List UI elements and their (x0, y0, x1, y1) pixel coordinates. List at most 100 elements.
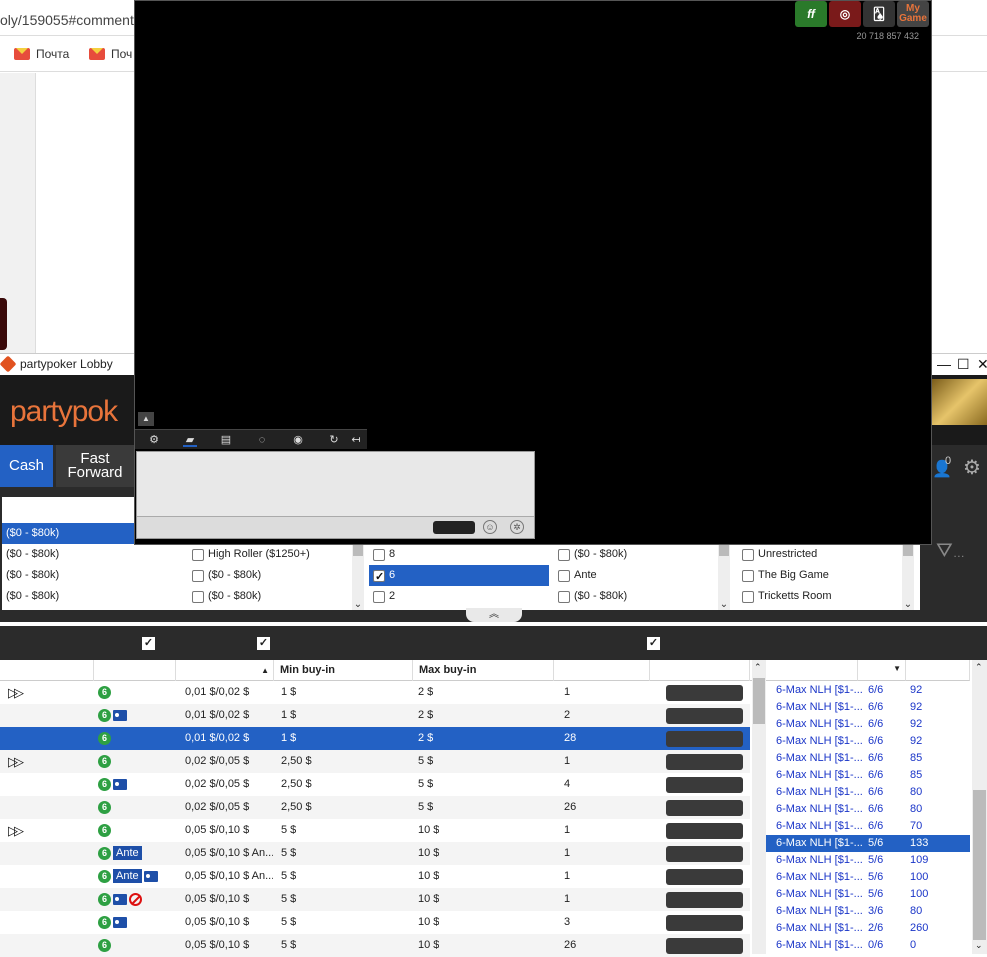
checkbox[interactable] (558, 569, 570, 582)
filter-funnel-icon[interactable]: ⛛… (936, 540, 965, 563)
filter-option[interactable]: ($0 - $80k) (2, 523, 134, 544)
tab-fast-forward[interactable]: Fast Forward (56, 445, 134, 487)
column-header[interactable] (0, 660, 94, 681)
list-item[interactable]: 6-Max NLH [$1-... 5/6 133 (766, 835, 970, 852)
waitlist-bar[interactable] (666, 915, 743, 931)
waitlist-bar[interactable] (666, 846, 743, 862)
checkbox[interactable] (742, 548, 754, 561)
column-checkbox-checked[interactable]: ✓ (142, 637, 155, 650)
column-header[interactable] (906, 660, 970, 681)
table-row[interactable]: 6 0,01 $/0,02 $ 1 $ 2 $ 2 (0, 704, 750, 727)
blackjack-cards-icon[interactable]: 🂡 (863, 1, 895, 27)
column-header-players[interactable] (554, 660, 650, 681)
exit-icon[interactable]: ↤ (349, 433, 363, 447)
checkbox[interactable] (742, 590, 754, 603)
table-row[interactable]: 6 0,05 $/0,10 $ 5 $ 10 $ 3 (0, 911, 750, 934)
checkbox[interactable] (558, 548, 570, 561)
table-row[interactable]: 6 0,05 $/0,10 $ 5 $ 10 $ 1 (0, 888, 750, 911)
checkbox-checked[interactable] (373, 567, 385, 586)
filter-option[interactable]: ($0 - $80k) (554, 544, 714, 565)
checkbox[interactable] (192, 548, 204, 561)
column-header-min-buyin[interactable]: Min buy-in (274, 660, 413, 681)
settings-gear-icon[interactable]: ⚙ (963, 455, 981, 480)
waitlist-bar[interactable] (666, 892, 743, 908)
filter-scrollbar[interactable]: ⌄ (352, 542, 364, 610)
column-header[interactable] (766, 660, 858, 681)
chevron-down-icon[interactable]: ⌄ (975, 940, 983, 951)
tab-cash[interactable]: Cash (0, 445, 53, 487)
waitlist-bar[interactable] (666, 777, 743, 793)
minimize-button[interactable]: — (937, 356, 951, 372)
chat-icon[interactable]: ▰ (183, 433, 197, 447)
close-button[interactable]: ✕ (977, 356, 987, 373)
table-scrollbar[interactable]: ⌃ (752, 660, 766, 954)
stats-icon[interactable]: ◉ (291, 433, 305, 447)
filter-option[interactable]: 6 (369, 565, 549, 586)
waitlist-bar[interactable] (666, 708, 743, 724)
list-item[interactable]: 6-Max NLH [$1-... 6/6 80 (766, 801, 970, 818)
chevron-down-icon[interactable]: ⌄ (902, 599, 914, 610)
list-item[interactable]: 6-Max NLH [$1-... 2/6 260 (766, 920, 970, 937)
replay-icon[interactable]: ◌ (255, 433, 269, 447)
settings-gear-icon[interactable]: ⚙ (147, 433, 161, 447)
list-item[interactable]: 6-Max NLH [$1-... 5/6 109 (766, 852, 970, 869)
chevron-down-icon[interactable]: ⌄ (718, 599, 730, 610)
bookmark-mail-1[interactable]: Почта (14, 47, 69, 61)
table-row[interactable]: 6 Ante 0,05 $/0,10 $ An... 5 $ 10 $ 1 (0, 865, 750, 888)
list-item[interactable]: 6-Max NLH [$1-... 6/6 92 (766, 716, 970, 733)
scroll-thumb[interactable] (753, 678, 765, 724)
waitlist-bar[interactable] (666, 869, 743, 885)
scroll-thumb[interactable] (973, 790, 986, 940)
waitlist-bar[interactable] (666, 800, 743, 816)
list-item[interactable]: 6-Max NLH [$1-... 6/6 80 (766, 784, 970, 801)
expand-up-icon[interactable]: ▲ (138, 412, 154, 426)
emoji-icon[interactable]: ☺ (483, 520, 497, 534)
table-row[interactable]: ▷▷ 6 0,01 $/0,02 $ 1 $ 2 $ 1 (0, 681, 750, 704)
list-item[interactable]: 6-Max NLH [$1-... 6/6 92 (766, 682, 970, 699)
list-item[interactable]: 6-Max NLH [$1-... 5/6 100 (766, 869, 970, 886)
column-header-max-buyin[interactable]: Max buy-in (413, 660, 554, 681)
column-header[interactable]: ▼ (858, 660, 906, 681)
filter-scrollbar[interactable]: ⌄ (718, 542, 730, 610)
waitlist-bar[interactable] (666, 938, 743, 954)
list-item[interactable]: 6-Max NLH [$1-... 3/6 80 (766, 903, 970, 920)
checkbox[interactable] (558, 590, 570, 603)
filter-scrollbar[interactable]: ⌄ (902, 542, 914, 610)
collapse-filters-chevron-up-icon[interactable]: ︽ (466, 608, 522, 622)
checkbox[interactable] (373, 590, 385, 603)
table-row[interactable]: 6 0,02 $/0,05 $ 2,50 $ 5 $ 4 (0, 773, 750, 796)
chat-input-bar[interactable]: ☺ ✲ (137, 516, 534, 538)
roulette-icon[interactable]: ◎ (829, 1, 861, 27)
filter-option[interactable]: 2 (369, 586, 549, 607)
notes-icon[interactable]: ▤ (219, 433, 233, 447)
chat-settings-icon[interactable]: ✲ (510, 520, 524, 534)
column-header-stakes[interactable]: ▲ (176, 660, 274, 681)
chevron-up-icon[interactable]: ⌃ (754, 662, 762, 673)
filter-option[interactable]: ($0 - $80k) (2, 544, 134, 565)
filter-option[interactable]: ($0 - $80k) (2, 565, 134, 586)
promo-banner[interactable] (932, 379, 987, 425)
filter-option[interactable]: ($0 - $80k) (554, 586, 714, 607)
checkbox[interactable] (192, 569, 204, 582)
checkbox[interactable] (192, 590, 204, 603)
fastforward-logo-icon[interactable]: ff (795, 1, 827, 27)
chat-box[interactable]: ☺ ✲ (136, 451, 535, 539)
list-item[interactable]: 6-Max NLH [$1-... 6/6 85 (766, 767, 970, 784)
chevron-up-icon[interactable]: ⌃ (975, 662, 983, 673)
my-game-logo[interactable]: My Game (897, 1, 929, 27)
bookmark-mail-2[interactable]: Поч (89, 47, 132, 61)
chevron-down-icon[interactable]: ⌄ (352, 599, 364, 610)
list-item[interactable]: 6-Max NLH [$1-... 5/6 100 (766, 886, 970, 903)
filter-option[interactable]: Unrestricted (738, 544, 898, 565)
table-row[interactable]: ▷▷ 6 0,02 $/0,05 $ 2,50 $ 5 $ 1 (0, 750, 750, 773)
list-item[interactable]: 6-Max NLH [$1-... 6/6 85 (766, 750, 970, 767)
filter-option[interactable]: Ante (554, 565, 714, 586)
column-checkbox-checked[interactable]: ✓ (257, 637, 270, 650)
waitlist-bar[interactable] (666, 754, 743, 770)
column-header-waiting[interactable] (650, 660, 750, 681)
maximize-button[interactable]: ☐ (957, 356, 970, 373)
checkbox[interactable] (742, 569, 754, 582)
filter-option[interactable]: ($0 - $80k) (188, 565, 350, 586)
column-checkbox-checked[interactable]: ✓ (647, 637, 660, 650)
list-item[interactable]: 6-Max NLH [$1-... 6/6 92 (766, 699, 970, 716)
